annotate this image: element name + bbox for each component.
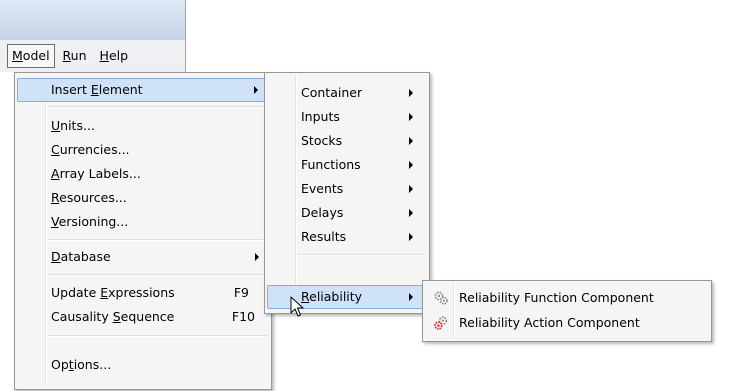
menubar-model[interactable]: Model (7, 44, 55, 68)
menu-separator (48, 274, 268, 276)
menu-separator (48, 239, 268, 241)
submenu-arrow-icon (409, 113, 413, 121)
label-key: U (51, 118, 61, 133)
submenu-item-events[interactable]: Events (267, 177, 427, 201)
label-key: S (112, 309, 121, 324)
submenu-item-inputs[interactable]: Inputs (267, 105, 427, 129)
label-post: atabase (60, 249, 111, 264)
label-post: elp (108, 48, 129, 63)
label-key: E (100, 285, 109, 300)
submenu-item-functions[interactable]: Functions (267, 153, 427, 177)
menu-item-options[interactable]: Options... (17, 353, 269, 377)
menu-item-database[interactable]: Database (17, 245, 269, 269)
label-key: R (62, 48, 71, 63)
reliability-submenu: Reliability Function Component Reliabili… (422, 280, 712, 342)
label-post: nits... (60, 118, 95, 133)
menubar-run[interactable]: Run (58, 44, 92, 68)
insert-element-submenu: Container Inputs Stocks Functions Events… (264, 72, 430, 314)
label-key: V (51, 214, 59, 229)
menu-item-array-labels[interactable]: Array Labels... (17, 162, 269, 186)
menu-item-reliability-function-component[interactable]: Reliability Function Component (425, 286, 709, 310)
label-post: equence (120, 309, 175, 324)
submenu-arrow-icon (409, 185, 413, 193)
menu-item-label: Reliability Action Component (459, 315, 640, 330)
label-key: D (51, 249, 61, 264)
menu-item-causality-sequence[interactable]: Causality Sequence F10 (17, 305, 269, 329)
label-pre: Op (51, 357, 69, 372)
submenu-item-label: Container (301, 85, 363, 100)
label-post: rray Labels... (59, 166, 141, 181)
label-key: E (90, 82, 99, 97)
submenu-arrow-icon (409, 233, 413, 241)
label-pre: Insert (51, 82, 91, 97)
submenu-item-label: Inputs (301, 109, 340, 124)
label-post: odel (22, 48, 50, 63)
shortcut-label: F9 (233, 285, 249, 300)
gears-icon (434, 291, 448, 305)
menu-item-insert-element[interactable]: Insert Element (17, 78, 269, 102)
submenu-item-stocks[interactable]: Stocks (267, 129, 427, 153)
label-key: A (51, 166, 60, 181)
label-key: M (12, 48, 23, 63)
label-pre: Update (51, 285, 101, 300)
submenu-arrow-icon (409, 293, 413, 301)
submenu-item-label: Events (301, 181, 344, 196)
label-post: urrencies... (59, 142, 130, 157)
label-key: R (51, 190, 60, 205)
label-pre: Causality (51, 309, 113, 324)
submenu-arrow-icon (409, 137, 413, 145)
submenu-item-results[interactable]: Results (267, 225, 427, 249)
menu-item-resources[interactable]: Resources... (17, 186, 269, 210)
submenu-arrow-icon (254, 86, 258, 94)
submenu-item-label: Stocks (301, 133, 343, 148)
model-menu: Insert Element Units... Currencies... Ar… (14, 72, 272, 390)
menu-bar: Model Run Help (0, 40, 186, 72)
gears-red-icon (434, 316, 448, 330)
submenu-item-label: Functions (301, 157, 361, 172)
submenu-item-container[interactable]: Container (267, 81, 427, 105)
submenu-arrow-icon (255, 253, 259, 261)
submenu-item-label: Results (301, 229, 347, 244)
submenu-arrow-icon (409, 209, 413, 217)
label-post: un (70, 48, 87, 63)
menu-separator (48, 335, 268, 337)
label-key: C (51, 142, 60, 157)
menu-separator (48, 106, 268, 108)
label-post: esources... (59, 190, 127, 205)
menubar-help[interactable]: Help (95, 44, 134, 68)
window-title-bar (0, 0, 186, 40)
label-post: lement (98, 82, 143, 97)
menu-separator (298, 254, 426, 256)
menu-item-label: Reliability Function Component (459, 290, 654, 305)
label-post: ersioning... (58, 214, 129, 229)
shortcut-label: F10 (231, 309, 255, 324)
submenu-arrow-icon (409, 89, 413, 97)
label-key: H (99, 48, 109, 63)
submenu-item-delays[interactable]: Delays (267, 201, 427, 225)
menu-item-units[interactable]: Units... (17, 114, 269, 138)
label-post: xpressions (108, 285, 175, 300)
label-post: eliability (309, 289, 363, 304)
label-post: ions... (73, 357, 112, 372)
submenu-item-label: Delays (301, 205, 344, 220)
arrow-cursor-icon (290, 296, 304, 317)
menu-item-versioning[interactable]: Versioning... (17, 210, 269, 234)
menu-item-currencies[interactable]: Currencies... (17, 138, 269, 162)
menu-item-reliability-action-component[interactable]: Reliability Action Component (425, 311, 709, 335)
submenu-arrow-icon (409, 161, 413, 169)
menu-item-update-expressions[interactable]: Update Expressions F9 (17, 281, 269, 305)
